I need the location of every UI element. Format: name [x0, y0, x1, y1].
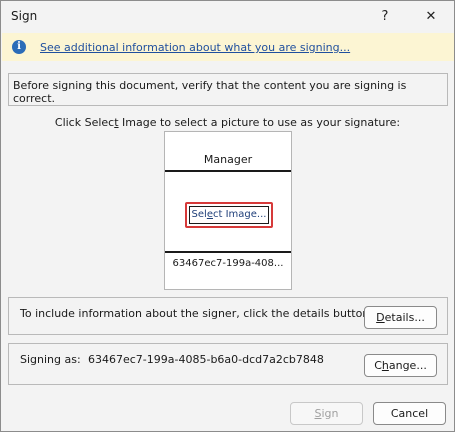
button-text: ct Image...	[212, 209, 267, 220]
select-image-focus-highlight: Select Image...	[185, 202, 273, 228]
signature-box: Manager Select Image... 63467ec7-199a-40…	[164, 131, 292, 290]
select-image-button[interactable]: Select Image...	[189, 206, 269, 224]
details-group: To include information about the signer,…	[8, 297, 448, 335]
button-text: etails...	[384, 311, 425, 324]
signature-bottom-line	[165, 251, 291, 253]
verify-message: Before signing this document, verify tha…	[13, 79, 407, 105]
verify-message-box: Before signing this document, verify tha…	[8, 73, 448, 106]
signer-id-truncated: 63467ec7-199a-408...	[172, 258, 284, 269]
instruction-part: Click Selec	[54, 116, 115, 129]
signer-title: Manager	[203, 153, 253, 166]
info-icon: i	[12, 40, 26, 54]
dialog-title: Sign	[11, 9, 38, 23]
title-bar: Sign ? ✕	[1, 1, 454, 33]
cancel-button[interactable]: Cancel	[373, 402, 446, 425]
sign-dialog: Sign ? ✕ i See additional information ab…	[0, 0, 455, 432]
select-image-instruction: Click Select Image to select a picture t…	[1, 116, 454, 129]
button-text: ange...	[388, 359, 427, 372]
signature-top-line	[165, 170, 291, 172]
details-text: To include information about the signer,…	[20, 307, 373, 320]
button-text: C	[374, 359, 382, 372]
info-bar: i See additional information about what …	[2, 33, 454, 61]
signing-as-value: 63467ec7-199a-4085-b6a0-dcd7a2cb7848	[88, 353, 324, 366]
signing-as-label: Signing as:	[20, 353, 81, 366]
button-text: ign	[321, 407, 339, 420]
sign-button[interactable]: Sign	[290, 402, 363, 425]
instruction-part: Image to select a picture to use as your…	[118, 116, 401, 129]
signing-as-group: Signing as: 63467ec7-199a-4085-b6a0-dcd7…	[8, 343, 448, 385]
close-button[interactable]: ✕	[408, 1, 454, 33]
additional-info-link[interactable]: See additional information about what yo…	[40, 41, 350, 54]
details-button[interactable]: Details...	[364, 306, 437, 329]
button-accel: D	[376, 311, 385, 324]
change-button[interactable]: Change...	[364, 354, 437, 377]
button-accel: h	[381, 359, 389, 372]
button-text: Sel	[191, 209, 207, 220]
help-button[interactable]: ?	[362, 1, 408, 33]
